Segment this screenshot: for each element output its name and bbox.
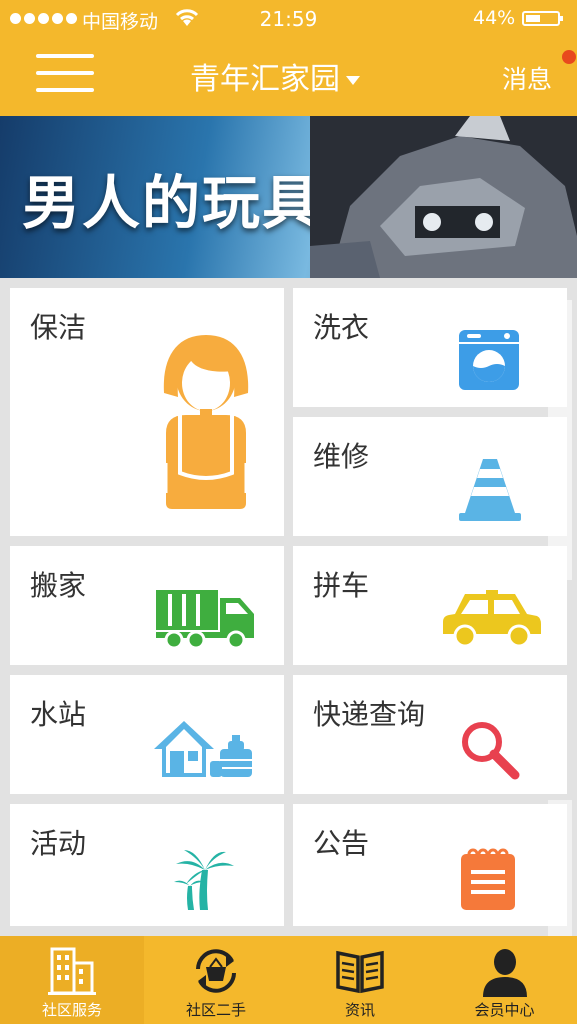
service-carpool[interactable]: 拼车	[293, 546, 567, 665]
status-bar: 中国移动 21:59 44%	[0, 0, 577, 38]
notepad-icon	[461, 848, 515, 910]
hamburger-icon	[36, 54, 94, 58]
service-label: 水站	[30, 698, 87, 731]
tab-member-center[interactable]: 会员中心	[432, 936, 577, 1024]
traffic-cone-icon	[459, 459, 521, 521]
recycle-basket-icon	[196, 949, 236, 993]
service-label: 保洁	[30, 311, 87, 344]
service-label: 公告	[313, 827, 370, 860]
service-laundry[interactable]: 洗衣	[293, 288, 567, 407]
tab-label: 资讯	[344, 1001, 375, 1019]
service-label: 快递查询	[313, 698, 426, 731]
tab-label: 社区二手	[185, 1001, 246, 1019]
service-label: 拼车	[313, 569, 370, 602]
robot-image	[310, 116, 577, 278]
watermark	[548, 300, 572, 580]
app-header: 中国移动 21:59 44% 青年汇家园 消息	[0, 0, 577, 116]
community-selector[interactable]: 青年汇家园	[190, 54, 360, 98]
service-repair[interactable]: 维修	[293, 417, 567, 536]
tab-label: 社区服务	[41, 1001, 102, 1019]
bottom-tab-bar: 社区服务 社区二手 资讯 会员中心	[0, 936, 577, 1024]
moving-truck-icon	[156, 590, 254, 650]
service-water[interactable]: 水站	[10, 675, 284, 794]
tab-news[interactable]: 资讯	[288, 936, 432, 1024]
buildings-icon	[48, 947, 96, 995]
service-notice[interactable]: 公告	[293, 804, 567, 926]
car-icon	[443, 590, 541, 648]
search-icon	[462, 722, 520, 780]
water-station-icon	[154, 721, 252, 777]
menu-button[interactable]	[36, 54, 94, 92]
banner-slogan: 男人的玩具	[22, 169, 323, 237]
palm-tree-icon	[174, 850, 234, 910]
service-express[interactable]: 快递查询	[293, 675, 567, 794]
user-icon	[482, 949, 527, 997]
washing-machine-icon	[459, 330, 519, 390]
service-cleaning[interactable]: 保洁	[10, 288, 284, 536]
caret-down-icon	[346, 76, 360, 85]
tab-label: 会员中心	[474, 1001, 535, 1019]
promo-banner[interactable]: 男人的玩具	[0, 116, 577, 278]
messages-button[interactable]: 消息	[502, 60, 552, 96]
service-label: 搬家	[30, 569, 87, 602]
battery-icon	[522, 11, 563, 26]
tab-community-service[interactable]: 社区服务	[0, 936, 144, 1024]
tab-second-hand[interactable]: 社区二手	[144, 936, 288, 1024]
service-events[interactable]: 活动	[10, 804, 284, 926]
service-label: 洗衣	[313, 311, 370, 344]
service-moving[interactable]: 搬家	[10, 546, 284, 665]
service-label: 维修	[313, 440, 370, 473]
book-icon	[336, 950, 384, 994]
service-label: 活动	[30, 827, 87, 860]
page-title: 青年汇家园	[190, 62, 340, 97]
battery-percent: 44%	[473, 7, 516, 29]
cleaning-lady-icon	[163, 335, 249, 509]
notification-dot	[562, 50, 576, 64]
